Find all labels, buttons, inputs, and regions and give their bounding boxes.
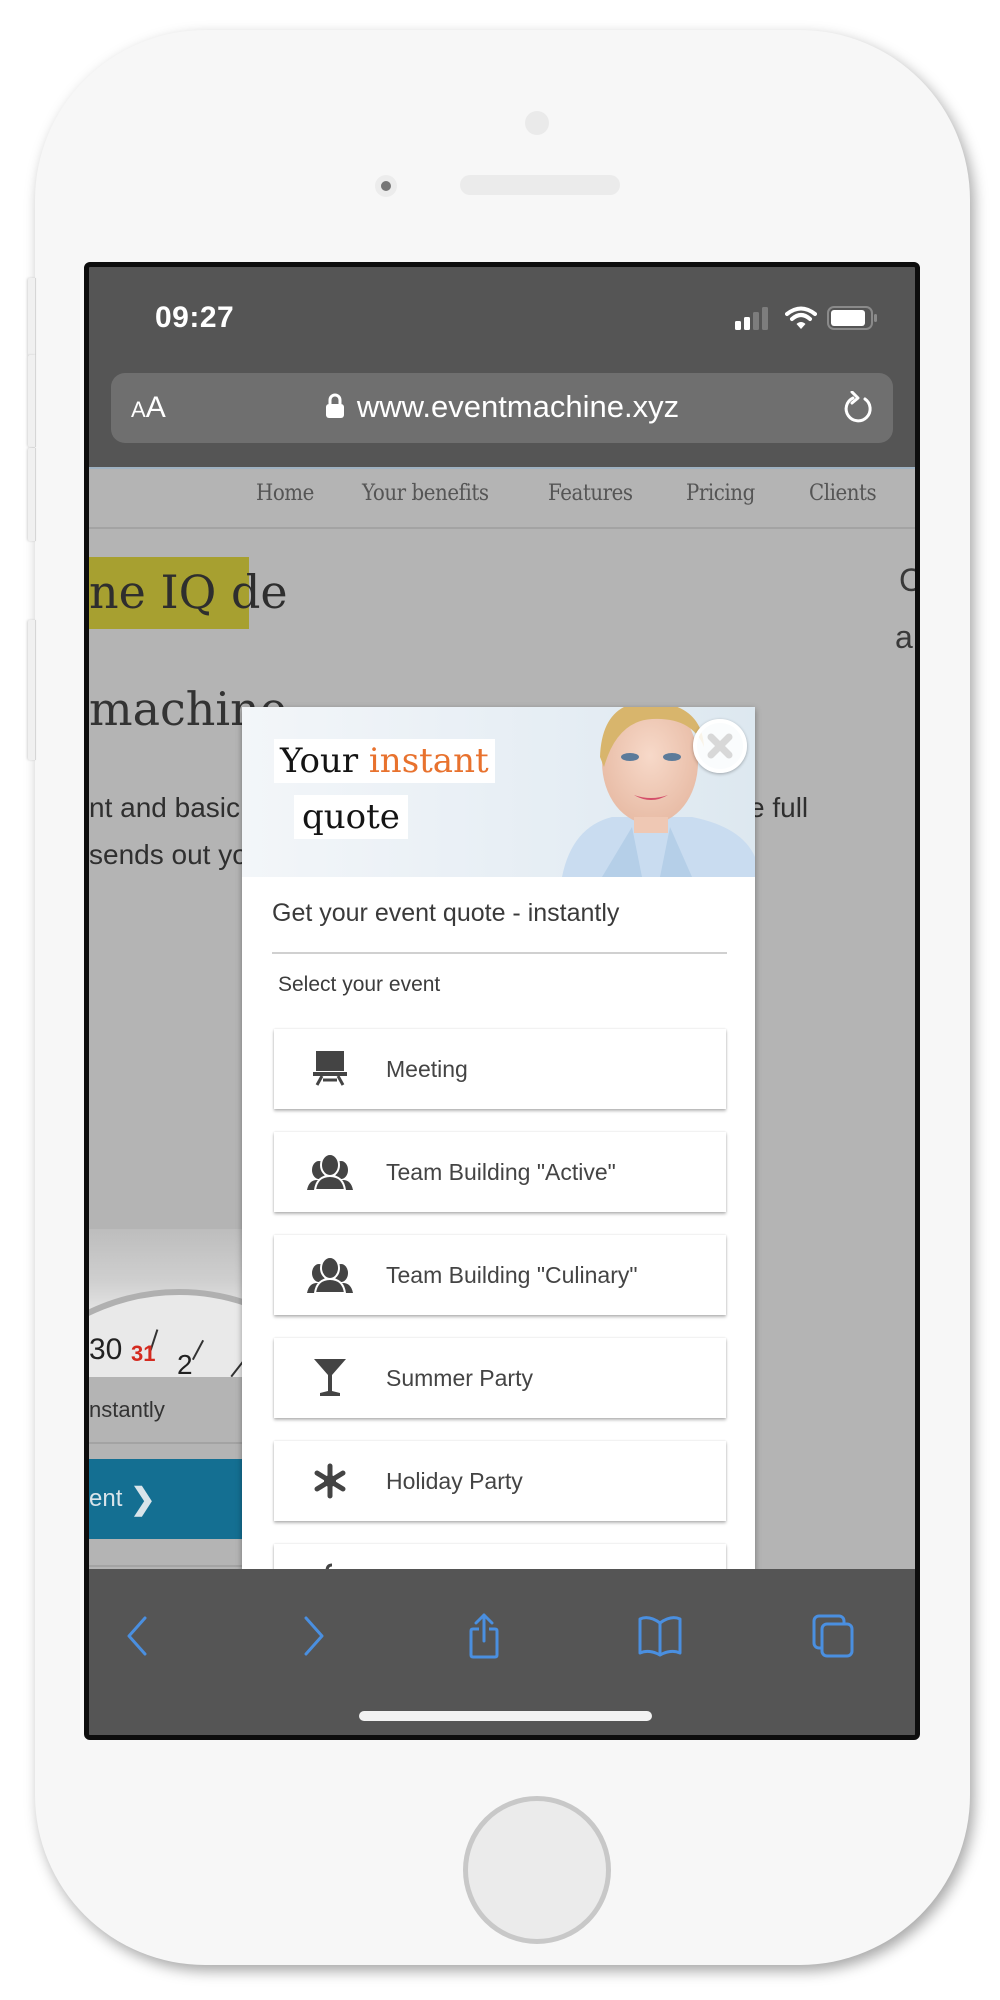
hero-title-line1: Your instant bbox=[274, 739, 495, 783]
forward-icon bbox=[304, 1616, 324, 1656]
event-option-team-building-active[interactable]: Team Building "Active" bbox=[274, 1132, 726, 1212]
meeting-icon bbox=[313, 1051, 347, 1086]
divider bbox=[272, 952, 727, 954]
event-option-conference-expo[interactable]: Conference / Expo bbox=[274, 1544, 726, 1569]
snowflake-icon bbox=[314, 1463, 346, 1499]
hero-title-line2: quote bbox=[294, 795, 408, 839]
select-event-label: Select your event bbox=[278, 973, 441, 996]
tabs-button[interactable] bbox=[809, 1611, 859, 1661]
cocktail-icon bbox=[314, 1359, 346, 1396]
phone-screen: 09:27 AA www.eventmachine.xyz Home Your … bbox=[84, 262, 920, 1740]
share-icon bbox=[469, 1613, 499, 1659]
right-column-fragment: C bbox=[899, 562, 915, 599]
status-icons bbox=[735, 305, 879, 331]
wifi-icon bbox=[785, 306, 817, 329]
body-text-line: nt and basic bbox=[89, 792, 240, 823]
group-icon bbox=[307, 1257, 353, 1293]
home-indicator[interactable] bbox=[359, 1711, 652, 1721]
proximity-sensor bbox=[525, 111, 549, 135]
status-time: 09:27 bbox=[155, 301, 235, 334]
bookmarks-icon bbox=[638, 1616, 682, 1657]
highlight-heading: ne IQ de bbox=[89, 565, 288, 619]
home-button[interactable] bbox=[463, 1796, 611, 1944]
volume-down-button[interactable] bbox=[28, 448, 36, 541]
browser-toolbar bbox=[89, 1569, 915, 1735]
site-nav: Home Your benefits Features Pricing Clie… bbox=[89, 467, 915, 529]
event-option-holiday-party[interactable]: Holiday Party bbox=[274, 1441, 726, 1521]
front-camera bbox=[375, 175, 397, 197]
event-option-team-building-culinary[interactable]: Team Building "Culinary" bbox=[274, 1235, 726, 1315]
event-list: Meeting Team Building "Active" Team Buil… bbox=[274, 1029, 726, 1569]
earpiece-speaker bbox=[460, 175, 620, 195]
close-button[interactable] bbox=[693, 719, 747, 773]
side-button[interactable] bbox=[28, 620, 36, 760]
signal-icon bbox=[735, 307, 768, 330]
back-button[interactable] bbox=[112, 1611, 162, 1661]
close-icon bbox=[707, 733, 733, 759]
body-text-right: e full bbox=[749, 792, 809, 823]
share-button[interactable] bbox=[459, 1611, 509, 1661]
bookmarks-button[interactable] bbox=[635, 1611, 685, 1661]
battery-icon bbox=[827, 306, 877, 330]
nav-home[interactable]: Home bbox=[256, 481, 314, 506]
tabs-icon bbox=[812, 1614, 854, 1658]
event-option-summer-party[interactable]: Summer Party bbox=[274, 1338, 726, 1418]
quote-modal: Your instant quote Get your event quote … bbox=[242, 707, 755, 1569]
nav-features[interactable]: Features bbox=[548, 481, 633, 506]
web-page-background: Home Your benefits Features Pricing Clie… bbox=[89, 467, 915, 1569]
group-icon bbox=[307, 1154, 353, 1190]
back-icon bbox=[127, 1616, 147, 1656]
body-text-line: sends out yo bbox=[89, 839, 248, 870]
right-column-fragment: a bbox=[895, 619, 913, 655]
address-bar[interactable]: AA www.eventmachine.xyz bbox=[111, 373, 893, 443]
volume-up-button[interactable] bbox=[28, 355, 36, 447]
stopwatch-image: 30 31 2 bbox=[89, 1229, 245, 1377]
reload-icon[interactable] bbox=[843, 391, 875, 425]
modal-hero-image: Your instant quote bbox=[242, 707, 755, 877]
forward-button[interactable] bbox=[289, 1611, 339, 1661]
event-option-meeting[interactable]: Meeting bbox=[274, 1029, 726, 1109]
nav-your-benefits[interactable]: Your benefits bbox=[362, 481, 489, 506]
modal-title: Get your event quote - instantly bbox=[272, 899, 620, 927]
nav-clients[interactable]: Clients bbox=[809, 481, 877, 506]
card-caption: nstantly bbox=[89, 1397, 165, 1422]
lock-icon bbox=[325, 393, 344, 418]
nav-pricing[interactable]: Pricing bbox=[686, 481, 755, 506]
chevron-right-icon: ❯ bbox=[130, 1482, 156, 1516]
mute-switch[interactable] bbox=[28, 278, 36, 356]
cta-button[interactable]: ent ❯ bbox=[89, 1459, 251, 1539]
url-text[interactable]: www.eventmachine.xyz bbox=[357, 389, 679, 424]
